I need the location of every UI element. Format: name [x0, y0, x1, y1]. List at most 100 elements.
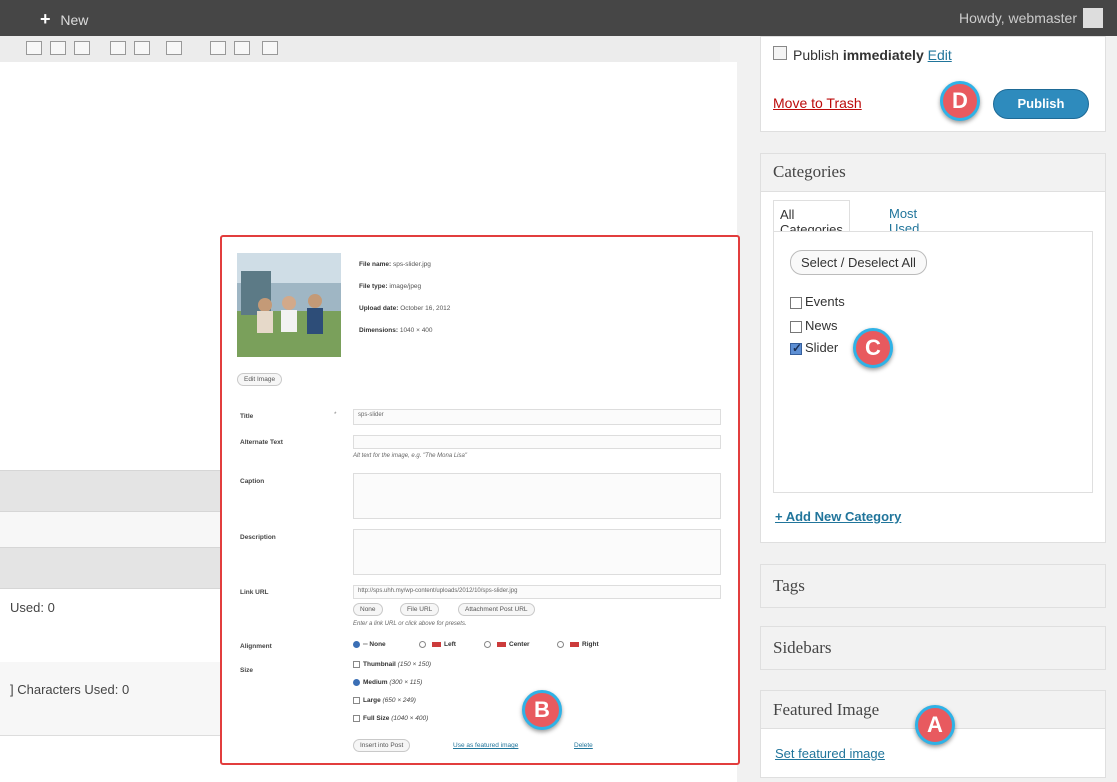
dimensions-value: 1040 × 400 — [399, 327, 433, 334]
callout-badge-d: D — [940, 81, 980, 121]
radio-icon — [557, 641, 564, 648]
description-label: Description — [240, 534, 276, 541]
metabox-header — [0, 547, 230, 589]
tags-title: Tags — [773, 576, 805, 595]
caption-textarea[interactable] — [353, 473, 721, 519]
edit-image-button[interactable]: Edit Image — [237, 373, 283, 386]
alternate-text-label: Alternate Text — [240, 439, 283, 446]
caption-label: Caption — [240, 478, 265, 485]
callout-badge-a: A — [915, 705, 955, 745]
callout-badge-c: C — [853, 328, 893, 368]
link-icon[interactable] — [50, 41, 66, 55]
size-dimensions: (150 × 150) — [397, 661, 432, 669]
radio-icon — [353, 661, 360, 668]
align-right-icon — [570, 642, 579, 647]
link-url-label: Link URL — [240, 589, 269, 596]
link-url-hint: Enter a link URL or click above for pres… — [353, 621, 467, 627]
link-attachment-url-button[interactable]: Attachment Post URL — [458, 603, 535, 616]
checkbox-icon — [790, 320, 802, 333]
category-list: Select / Deselect All Events News Slider — [773, 231, 1093, 493]
add-new-category-link[interactable]: + Add New Category — [775, 509, 901, 524]
file-name-label: File name: — [359, 261, 392, 268]
insert-into-post-button[interactable]: Insert into Post — [353, 739, 411, 752]
featured-image-title: Featured Image — [773, 700, 880, 719]
size-name: Thumbnail — [363, 661, 396, 669]
link-file-url-button[interactable]: File URL — [400, 603, 440, 616]
paste-text-icon[interactable] — [110, 41, 126, 55]
move-to-trash-link[interactable]: Move to Trash — [773, 95, 862, 111]
radio-icon — [484, 641, 491, 648]
align-none-option[interactable]: ═ None — [353, 641, 386, 648]
required-marker: * — [334, 411, 337, 418]
link-url-input[interactable]: http://sps.uhh.my/wp-content/uploads/201… — [353, 585, 721, 599]
category-label: Events — [805, 294, 845, 309]
help-icon[interactable] — [262, 41, 278, 55]
checkbox-checked-icon — [790, 341, 802, 355]
align-left-option[interactable]: Left — [419, 641, 456, 648]
admin-bar: + New Howdy, webmaster — [0, 0, 1117, 36]
upload-date-label: Upload date: — [359, 305, 399, 312]
align-center-option[interactable]: Center — [484, 641, 530, 648]
radio-icon — [419, 641, 426, 648]
avatar[interactable] — [1083, 8, 1103, 28]
media-details-panel: File name: sps-slider.jpg File type: ima… — [220, 235, 740, 765]
tags-box[interactable]: Tags — [760, 564, 1106, 608]
insert-media-icon[interactable] — [26, 41, 42, 55]
category-slider[interactable]: Slider — [790, 340, 838, 355]
size-label: Size — [240, 667, 254, 674]
size-name: Full Size — [363, 715, 390, 723]
alignment-label: Alignment — [240, 643, 272, 650]
undo-icon[interactable] — [210, 41, 226, 55]
size-thumbnail-option[interactable]: Thumbnail (150 × 150) — [353, 661, 431, 668]
size-dimensions: (1040 × 400) — [391, 715, 429, 723]
radio-selected-icon — [353, 679, 360, 686]
callout-badge-b: B — [522, 690, 562, 730]
redo-icon[interactable] — [234, 41, 250, 55]
title-input[interactable]: sps-slider — [353, 409, 721, 425]
radio-icon — [353, 715, 360, 722]
size-dimensions: (650 × 249) — [382, 697, 416, 705]
checkbox-icon — [790, 296, 802, 309]
link-none-button[interactable]: None — [353, 603, 383, 616]
set-featured-image-link[interactable]: Set featured image — [775, 746, 885, 761]
publish-button[interactable]: Publish — [993, 89, 1089, 119]
publish-label-bold: immediately — [842, 47, 924, 63]
use-as-featured-image-link[interactable]: Use as featured image — [453, 742, 518, 749]
align-center-icon — [497, 642, 506, 647]
size-name: Large — [363, 697, 381, 705]
category-news[interactable]: News — [790, 318, 838, 333]
words-used: Used: 0 — [10, 600, 55, 615]
select-deselect-all-button[interactable]: Select / Deselect All — [790, 250, 927, 275]
title-label: Title — [240, 413, 254, 420]
size-large-option[interactable]: Large (650 × 249) — [353, 697, 416, 704]
sidebars-box[interactable]: Sidebars — [760, 626, 1106, 670]
metabox-row — [0, 662, 230, 736]
align-right-label: Right — [582, 641, 599, 649]
align-right-option[interactable]: Right — [557, 641, 599, 648]
align-left-icon — [432, 642, 441, 647]
radio-icon — [353, 697, 360, 704]
category-events[interactable]: Events — [790, 294, 845, 309]
new-label: New — [60, 12, 89, 28]
metabox-header — [0, 470, 230, 512]
user-greeting[interactable]: Howdy, webmaster — [959, 10, 1077, 26]
size-full-option[interactable]: Full Size (1040 × 400) — [353, 715, 428, 722]
categories-header[interactable]: Categories — [761, 154, 1105, 192]
category-label: Slider — [805, 340, 839, 355]
edit-publish-date-link[interactable]: Edit — [928, 47, 952, 63]
size-name: Medium — [363, 679, 388, 687]
size-dimensions: (300 × 115) — [389, 679, 423, 687]
description-textarea[interactable] — [353, 529, 721, 575]
categories-box: Categories All Categories Most Used Sele… — [760, 153, 1106, 543]
new-content-button[interactable]: + New — [40, 9, 88, 30]
paste-word-icon[interactable] — [134, 41, 150, 55]
format-icon[interactable] — [166, 41, 182, 55]
alternate-text-hint: Alt text for the image, e.g. "The Mona L… — [353, 453, 467, 459]
calendar-icon — [773, 46, 787, 60]
alternate-text-input[interactable] — [353, 435, 721, 449]
align-center-label: Center — [509, 641, 530, 649]
unlink-icon[interactable] — [74, 41, 90, 55]
delete-link[interactable]: Delete — [574, 742, 593, 749]
file-name-value: sps-slider.jpg — [392, 261, 431, 268]
size-medium-option[interactable]: Medium (300 × 115) — [353, 679, 422, 686]
